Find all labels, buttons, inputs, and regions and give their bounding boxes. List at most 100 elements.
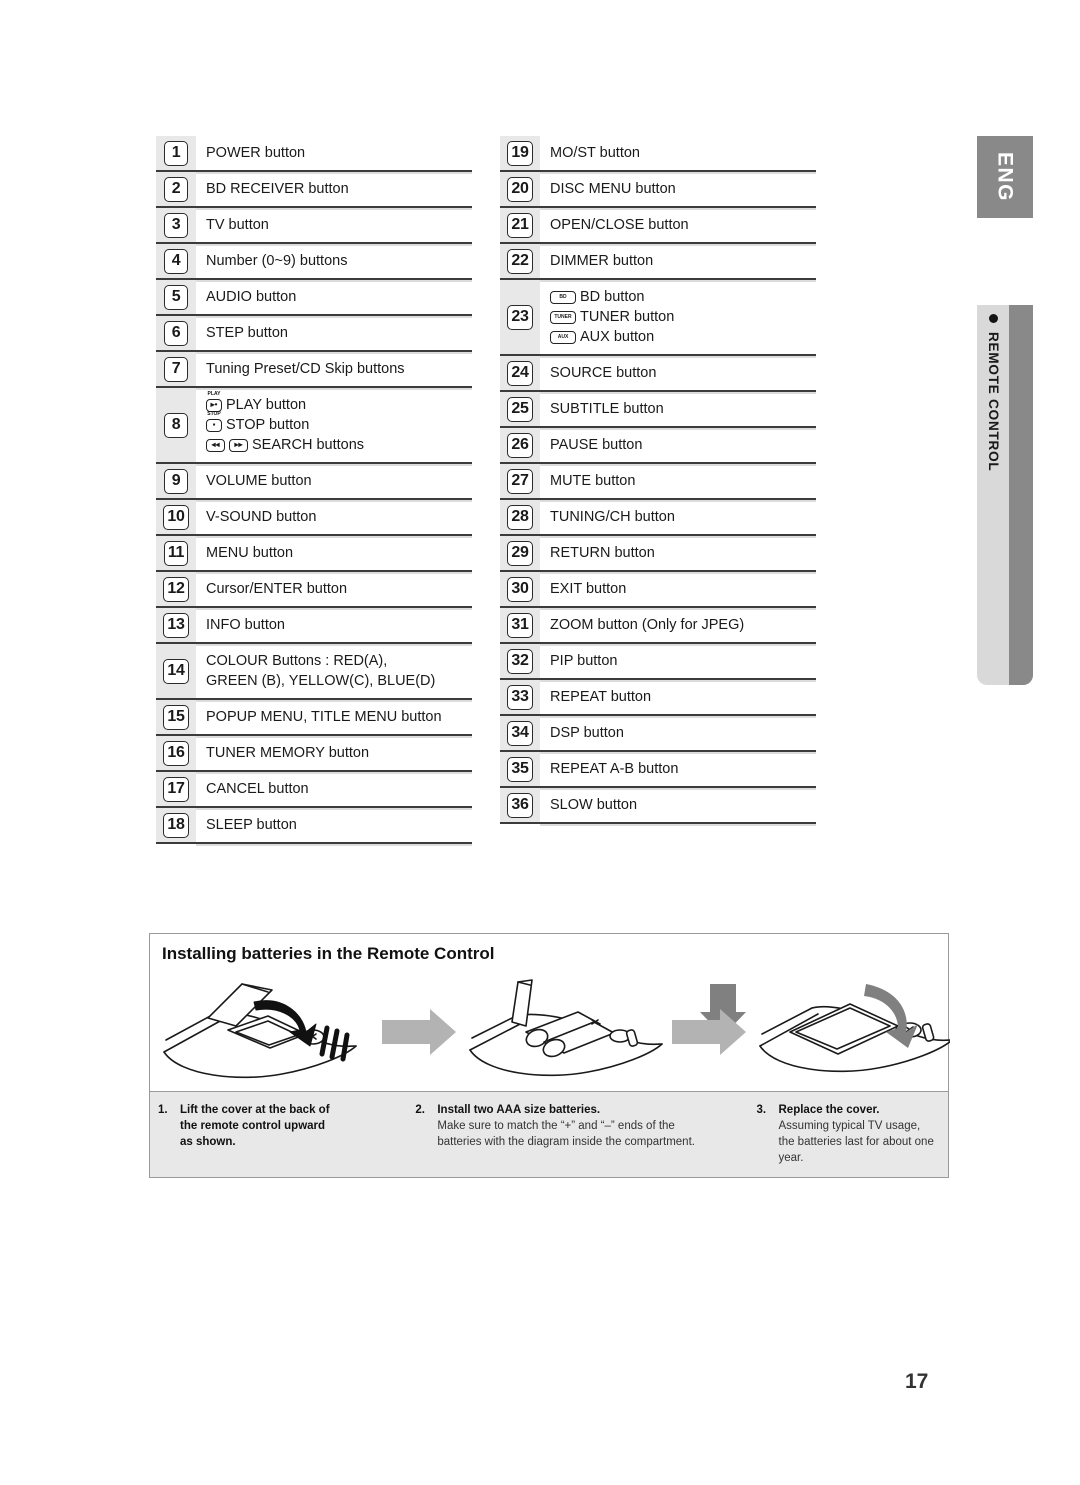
button-number-cell: 1 bbox=[156, 136, 196, 170]
button-number-badge: 18 bbox=[163, 812, 189, 838]
button-number-cell: 15 bbox=[156, 700, 196, 734]
button-list-row: 9 VOLUME button bbox=[156, 464, 472, 502]
button-list-row: 10 V-SOUND button bbox=[156, 500, 472, 538]
button-description-cell: COLOUR Buttons : RED(A), GREEN (B), YELLO… bbox=[196, 644, 472, 698]
button-description-cell: V-SOUND button bbox=[196, 500, 472, 534]
button-number-cell: 10 bbox=[156, 500, 196, 534]
button-number-badge: 22 bbox=[507, 248, 533, 274]
button-description-line: VOLUME button bbox=[206, 471, 472, 491]
button-list-left: 1 POWER button 2 BD RECEIVER button 3 TV butt… bbox=[156, 136, 472, 846]
button-number-badge: 16 bbox=[163, 740, 189, 766]
button-description-text: Cursor/ENTER button bbox=[206, 581, 348, 597]
button-list-row: 19 MO/ST button bbox=[500, 136, 816, 174]
button-list-row: 36 SLOW button bbox=[500, 788, 816, 826]
stop-key-icon: STOP ▪ bbox=[206, 411, 222, 432]
button-list-row: 31 ZOOM button (Only for JPEG) bbox=[500, 608, 816, 646]
button-description-line: TUNER MEMORY button bbox=[206, 743, 472, 763]
section-tab-label: REMOTE CONTROL bbox=[985, 332, 1001, 472]
aux-key-icon: AUX bbox=[550, 330, 576, 344]
button-number-cell: 35 bbox=[500, 752, 540, 786]
button-description-text: VOLUME button bbox=[206, 473, 312, 489]
button-description-cell: CANCEL button bbox=[196, 772, 472, 806]
button-number-badge: 9 bbox=[164, 468, 188, 494]
button-list-row: 32 PIP button bbox=[500, 644, 816, 682]
battery-step-1-number: 1. bbox=[158, 1104, 168, 1116]
button-list-row: 12 Cursor/ENTER button bbox=[156, 572, 472, 610]
button-number-badge: 23 bbox=[507, 304, 533, 330]
button-list-row: 4 Number (0~9) buttons bbox=[156, 244, 472, 282]
button-list-row: 33 REPEAT button bbox=[500, 680, 816, 718]
button-list-row: 16 TUNER MEMORY button bbox=[156, 736, 472, 774]
button-description-cell: MENU button bbox=[196, 536, 472, 570]
button-description-line: AUX AUX button bbox=[550, 327, 816, 347]
button-description-cell: VOLUME button bbox=[196, 464, 472, 498]
button-number-badge: 19 bbox=[507, 140, 533, 166]
button-list-row: 23 BD BD button TUNER TUNER button AUX AUX but… bbox=[500, 280, 816, 358]
button-description-line: RETURN button bbox=[550, 543, 816, 563]
button-description-cell: REPEAT A-B button bbox=[540, 752, 816, 786]
button-description-line: BD BD button bbox=[550, 287, 816, 307]
button-description-text: SEARCH buttons bbox=[252, 437, 365, 453]
battery-step-2-body-line-1: Make sure to match the “+” and “–” ends … bbox=[437, 1120, 675, 1132]
button-description-cell: DISC MENU button bbox=[540, 172, 816, 206]
button-number-badge: 30 bbox=[507, 576, 533, 602]
button-description-line: SOURCE button bbox=[550, 363, 816, 383]
button-description-text: MO/ST button bbox=[550, 145, 640, 161]
button-list-row: 13 INFO button bbox=[156, 608, 472, 646]
button-description-cell: POPUP MENU, TITLE MENU button bbox=[196, 700, 472, 734]
button-description-cell: MO/ST button bbox=[540, 136, 816, 170]
button-description-cell: SLOW button bbox=[540, 788, 816, 822]
button-number-cell: 21 bbox=[500, 208, 540, 242]
button-description-line: PAUSE button bbox=[550, 435, 816, 455]
button-number-cell: 16 bbox=[156, 736, 196, 770]
button-number-cell: 17 bbox=[156, 772, 196, 806]
battery-step-2: 2. Install two AAA size batteries. Make … bbox=[407, 1092, 748, 1177]
button-description-text: TV button bbox=[206, 217, 269, 233]
button-description-cell: BD RECEIVER button bbox=[196, 172, 472, 206]
button-description-text: STOP button bbox=[226, 417, 310, 433]
bullet-dot-icon bbox=[988, 314, 998, 323]
button-description-text: AUX button bbox=[580, 329, 655, 345]
button-description-text: ZOOM button (Only for JPEG) bbox=[550, 617, 745, 633]
button-list-row: 8 PLAY ▸• PLAY button STOP ▪ STOP button ◂◂ ▸▸ SE… bbox=[156, 388, 472, 466]
button-list-row: 27 MUTE button bbox=[500, 464, 816, 502]
button-description-line: DIMMER button bbox=[550, 251, 816, 271]
battery-steps-captions: 1. Lift the cover at the back of the rem… bbox=[150, 1091, 948, 1177]
button-description-line: DISC MENU button bbox=[550, 179, 816, 199]
button-description-line: MO/ST button bbox=[550, 143, 816, 163]
button-description-cell: Tuning Preset/CD Skip buttons bbox=[196, 352, 472, 386]
button-number-badge: 13 bbox=[163, 612, 189, 638]
button-list-row: 14 COLOUR Buttons : RED(A), GREEN (B), YEL… bbox=[156, 644, 472, 702]
battery-step-3-number: 3. bbox=[756, 1104, 767, 1116]
button-description-line: MUTE button bbox=[550, 471, 816, 491]
button-description-text: BD RECEIVER button bbox=[206, 181, 349, 197]
button-number-cell: 31 bbox=[500, 608, 540, 642]
button-number-cell: 3 bbox=[156, 208, 196, 242]
button-description-cell: Number (0~9) buttons bbox=[196, 244, 472, 278]
button-number-cell: 26 bbox=[500, 428, 540, 462]
button-description-line: BD RECEIVER button bbox=[206, 179, 472, 199]
button-number-badge: 15 bbox=[163, 704, 189, 730]
button-description-text: DIMMER button bbox=[550, 253, 654, 269]
button-number-cell: 23 bbox=[500, 280, 540, 354]
button-number-cell: 2 bbox=[156, 172, 196, 206]
button-description-text: AUDIO button bbox=[206, 289, 297, 305]
button-number-cell: 27 bbox=[500, 464, 540, 498]
button-number-cell: 6 bbox=[156, 316, 196, 350]
button-description-cell: OPEN/CLOSE button bbox=[540, 208, 816, 242]
button-description-cell: SLEEP button bbox=[196, 808, 472, 842]
button-number-badge: 8 bbox=[164, 412, 188, 438]
button-description-cell: PAUSE button bbox=[540, 428, 816, 462]
button-description-text: Tuning Preset/CD Skip buttons bbox=[206, 361, 405, 377]
button-number-badge: 4 bbox=[164, 248, 188, 274]
button-number-cell: 34 bbox=[500, 716, 540, 750]
button-description-cell: STEP button bbox=[196, 316, 472, 350]
button-number-badge: 25 bbox=[507, 396, 533, 422]
button-number-cell: 33 bbox=[500, 680, 540, 714]
button-number-cell: 14 bbox=[156, 644, 196, 698]
button-number-cell: 20 bbox=[500, 172, 540, 206]
button-description-line: STOP ▪ STOP button bbox=[206, 411, 472, 435]
button-number-badge: 10 bbox=[163, 504, 189, 530]
button-list-row: 5 AUDIO button bbox=[156, 280, 472, 318]
button-description-line: OPEN/CLOSE button bbox=[550, 215, 816, 235]
